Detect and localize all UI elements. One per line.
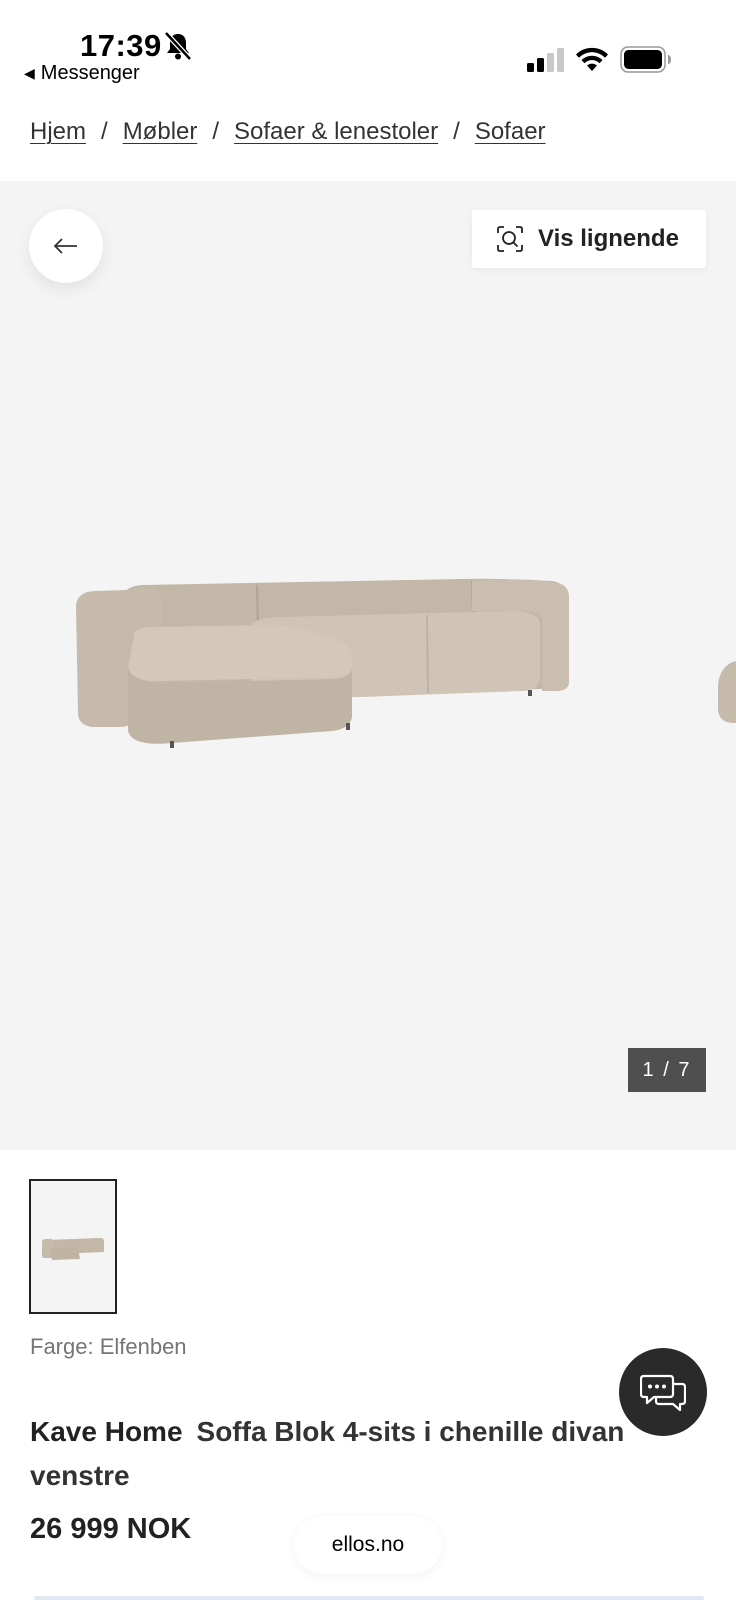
back-triangle-icon: ◀ xyxy=(24,65,35,81)
breadcrumb-separator: / xyxy=(453,118,460,145)
bell-off-icon xyxy=(164,31,192,61)
chat-icon xyxy=(640,1374,686,1412)
battery-icon xyxy=(620,46,671,73)
arrow-left-icon xyxy=(53,238,77,254)
breadcrumb-link-home[interactable]: Hjem xyxy=(30,118,86,146)
product-image-gallery[interactable]: Vis lignende 1 / 7 xyxy=(0,181,736,1150)
thumbnail-image[interactable] xyxy=(29,1179,117,1314)
wifi-icon xyxy=(576,47,608,71)
bottom-strip xyxy=(34,1596,704,1600)
status-time: 17:39 xyxy=(80,28,162,63)
color-label: Farge: Elfenben xyxy=(30,1334,187,1359)
visual-search-icon xyxy=(497,226,523,252)
breadcrumb-link-sofas-armchairs[interactable]: Sofaer & lenestoler xyxy=(234,118,438,146)
sofa-product-image xyxy=(76,578,569,748)
back-app-label: Messenger xyxy=(40,62,140,84)
show-similar-button[interactable]: Vis lignende xyxy=(472,210,706,268)
product-price: 26 999 NOK xyxy=(30,1513,192,1545)
breadcrumb-separator: / xyxy=(212,118,220,145)
product-brand[interactable]: Kave Home xyxy=(30,1416,183,1447)
sofa-thumbnail xyxy=(42,1237,104,1260)
signal-icon xyxy=(527,48,564,72)
breadcrumb: Hjem / Møbler / Sofaer & lenestoler / So… xyxy=(30,118,546,146)
product-title: Kave Home Soffa Blok 4-sits i chenille di… xyxy=(30,1410,630,1498)
back-button[interactable] xyxy=(29,209,103,283)
image-counter: 1 / 7 xyxy=(628,1048,706,1092)
breadcrumb-link-furniture[interactable]: Møbler xyxy=(123,118,198,146)
next-image-peek xyxy=(718,661,736,723)
status-bar: 17:39 ◀ Messenger xyxy=(0,0,736,95)
show-similar-label: Vis lignende xyxy=(538,225,679,252)
back-to-app-link[interactable]: ◀ Messenger xyxy=(24,62,140,85)
browser-url-pill[interactable]: ellos.no xyxy=(294,1516,442,1574)
chat-button[interactable] xyxy=(619,1348,707,1436)
breadcrumb-separator: / xyxy=(101,118,108,145)
breadcrumb-link-sofas[interactable]: Sofaer xyxy=(475,118,546,146)
